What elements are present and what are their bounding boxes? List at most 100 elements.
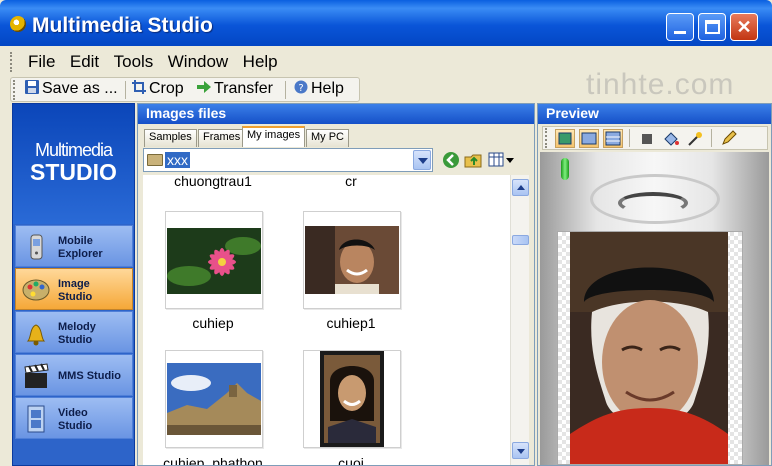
crop-label: Crop [149, 80, 184, 97]
maximize-button[interactable] [698, 13, 726, 41]
stretch-frame-icon [581, 132, 597, 145]
preview-toolbar-grip[interactable] [545, 128, 549, 148]
menu-tools[interactable]: Tools [114, 52, 154, 71]
svg-text:?: ? [298, 83, 303, 94]
scroll-thumb[interactable] [512, 235, 529, 245]
file-thumbnail[interactable] [303, 211, 401, 309]
preview-panel-title: Preview [538, 104, 771, 124]
images-files-panel: Images files Samples Frames My images My… [137, 103, 535, 466]
phone-screen [557, 231, 743, 465]
transfer-button[interactable]: Transfer [197, 80, 273, 98]
crop-button[interactable]: Crop [132, 80, 184, 98]
toolbar-separator [285, 81, 286, 99]
toolbar-separator [125, 81, 126, 99]
fit-frame-icon [558, 132, 572, 145]
preview-panel: Preview [537, 103, 772, 466]
path-dropdown-button[interactable] [413, 150, 431, 170]
preview-portrait-image [570, 232, 728, 464]
file-caption[interactable]: cuoi [291, 455, 411, 465]
menu-help[interactable]: Help [243, 52, 278, 71]
help-button[interactable]: ? Help [294, 80, 344, 98]
sidebar-item-label: Mobile Explorer [58, 235, 103, 260]
file-caption[interactable]: cr [291, 175, 411, 189]
effects-button[interactable] [685, 129, 705, 148]
sidebar-item-mobile-explorer[interactable]: Mobile Explorer [15, 225, 133, 267]
magic-wand-icon [688, 132, 702, 146]
preview-toolbar [542, 126, 768, 150]
stretch-view-button[interactable] [579, 129, 599, 148]
palette-icon [22, 279, 50, 301]
save-as-label: Save as ... [42, 80, 118, 97]
app-icon[interactable] [10, 16, 26, 32]
background-button[interactable] [637, 129, 657, 148]
phone-nav-key [618, 192, 688, 214]
menu-window[interactable]: Window [168, 52, 228, 71]
sidebar-item-label: Video Studio [58, 407, 93, 432]
sidebar-item-label: MMS Studio [58, 370, 121, 382]
menu-file[interactable]: File [28, 52, 55, 71]
tab-samples[interactable]: Samples [144, 129, 197, 147]
maximize-icon [705, 20, 720, 34]
transfer-arrow-icon [197, 81, 211, 93]
file-list-scrollbar[interactable] [510, 175, 529, 465]
phone-preview [540, 152, 769, 465]
minimize-button[interactable] [666, 13, 694, 41]
sidebar-item-label: Melody Studio [58, 321, 96, 346]
edit-button[interactable] [719, 129, 739, 148]
window-title: Multimedia Studio [32, 14, 213, 37]
menu-grip[interactable] [10, 52, 14, 72]
file-caption[interactable]: cuhiep [153, 315, 273, 331]
paint-bucket-icon [664, 132, 679, 146]
image-file-list[interactable]: chuongtrau1 cr cuhiep cuhiep1 cuhiep_pha… [143, 175, 510, 465]
tab-frames[interactable]: Frames [198, 129, 246, 147]
help-label: Help [311, 80, 344, 97]
fit-view-button[interactable] [555, 129, 575, 148]
close-icon: ✕ [736, 17, 752, 37]
building-photo-icon [167, 363, 261, 435]
main-toolbar: Save as ... Crop Transfer ? Help [10, 77, 360, 102]
sidebar-item-video-studio[interactable]: Video Studio [15, 397, 133, 439]
film-icon [27, 405, 45, 433]
sidebar-item-melody-studio[interactable]: Melody Studio [15, 311, 133, 353]
sidebar-item-mms-studio[interactable]: MMS Studio [15, 354, 133, 396]
path-combobox[interactable]: xxx [143, 148, 433, 172]
file-caption[interactable]: cuhiep1 [291, 315, 411, 331]
file-thumbnail[interactable] [165, 350, 263, 448]
scroll-up-button[interactable] [512, 179, 529, 196]
close-button[interactable]: ✕ [730, 13, 758, 41]
phone-icon [30, 234, 43, 260]
file-caption[interactable]: chuongtrau1 [153, 175, 273, 189]
save-as-button[interactable]: Save as ... [25, 80, 118, 98]
scroll-down-button[interactable] [512, 442, 529, 459]
brand-logo: Multimedia STUDIO [13, 104, 134, 224]
minimize-icon [674, 31, 686, 34]
fill-color-button[interactable] [661, 129, 681, 148]
sidebar-item-image-studio[interactable]: Image Studio [15, 268, 133, 310]
file-thumbnail[interactable] [165, 211, 263, 309]
view-menu-icon[interactable] [488, 151, 516, 169]
flower-photo-icon [167, 228, 261, 294]
title-bar: Multimedia Studio ✕ [0, 0, 772, 46]
file-thumbnail[interactable] [303, 350, 401, 448]
images-panel-title: Images files [138, 104, 534, 124]
brand-bottom: STUDIO [30, 159, 117, 185]
menu-edit[interactable]: Edit [70, 52, 99, 71]
square-icon [642, 134, 652, 144]
folder-icon [147, 154, 163, 166]
folder-up-icon[interactable] [464, 151, 482, 169]
back-icon[interactable] [442, 151, 460, 169]
tab-my-images[interactable]: My images [242, 126, 306, 147]
sidebar-item-label: Image Studio [58, 278, 93, 303]
watermark: tinhte.com [586, 68, 735, 101]
transfer-label: Transfer [214, 80, 273, 97]
fill-view-button[interactable] [603, 129, 623, 148]
fill-frame-icon [605, 131, 621, 146]
girl-photo-icon [320, 351, 384, 447]
bell-icon [26, 324, 46, 346]
phone-led [561, 158, 569, 180]
toolbar-grip[interactable] [13, 80, 17, 100]
pencil-icon [722, 130, 737, 145]
tab-my-pc[interactable]: My PC [306, 129, 349, 147]
clapper-icon [24, 363, 49, 388]
file-caption[interactable]: cuhiep_phathon [153, 455, 273, 465]
